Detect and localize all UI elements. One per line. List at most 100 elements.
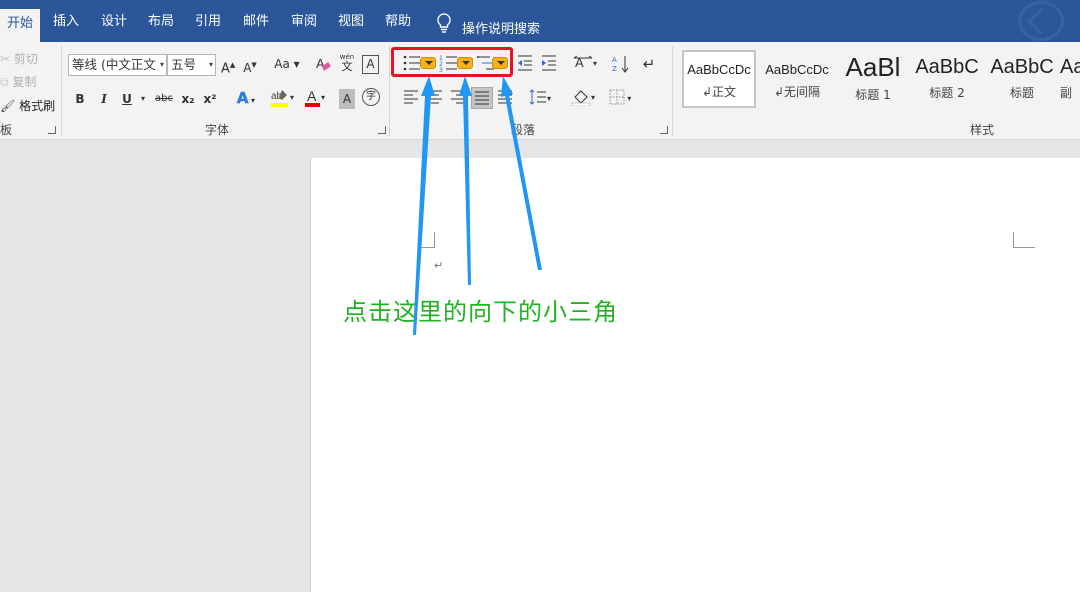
font-dialog-launcher[interactable] (378, 126, 386, 134)
font-size-combo[interactable]: 五号 ▾ (167, 54, 216, 76)
tab-design[interactable]: 设计 (101, 12, 127, 32)
crop-mark-top-right (1013, 232, 1035, 248)
multilevel-list-button[interactable] (476, 53, 512, 73)
document-page[interactable]: ↵ (310, 158, 1080, 592)
styles-group-label: 样式 (969, 123, 994, 137)
cut-label: 剪切 (13, 52, 38, 66)
format-painter-button[interactable]: 🖌 格式刷 (0, 97, 55, 114)
tab-mailings[interactable]: 邮件 (243, 12, 269, 32)
tab-layout[interactable]: 布局 (148, 12, 174, 32)
style-heading-1[interactable]: AaBl 标题 1 (836, 50, 910, 108)
subscript-button[interactable]: x₂ (180, 89, 196, 109)
tab-review[interactable]: 审阅 (291, 12, 317, 32)
paragraph-dialog-launcher[interactable] (660, 126, 668, 134)
cut-button[interactable]: ✂ 剪切 (0, 50, 38, 67)
style-sample: Aa (1060, 56, 1080, 78)
superscript-button[interactable]: x² (202, 89, 218, 109)
group-divider (672, 46, 673, 136)
numbering-dropdown-arrow[interactable] (457, 57, 473, 69)
font-color-button[interactable]: A ▾ (302, 88, 328, 108)
svg-text:A: A (307, 88, 317, 104)
character-border-button[interactable]: A (362, 55, 379, 74)
bullets-icon (403, 55, 420, 71)
enclose-characters-button[interactable]: 字 (362, 88, 380, 106)
character-shading-button[interactable]: A (339, 89, 355, 109)
style-name: ↲正文 (701, 85, 737, 99)
clipboard-group-label: 板 (0, 123, 13, 137)
tab-home[interactable]: 开始 (0, 9, 40, 42)
tab-references[interactable]: 引用 (195, 12, 221, 32)
align-right-icon[interactable] (450, 89, 466, 109)
underline-button[interactable]: U (120, 89, 134, 109)
group-divider (61, 46, 62, 136)
tell-me-search[interactable]: 操作说明搜索 (436, 13, 540, 37)
sort-icon[interactable]: AZ (612, 54, 630, 74)
style-sample: AaBbC (915, 56, 979, 78)
group-divider (389, 46, 390, 136)
svg-text:A: A (575, 55, 584, 70)
copy-label: 复制 (12, 75, 37, 89)
font-family-value: 等线 (中文正文 (72, 57, 156, 72)
tell-me-label: 操作说明搜索 (462, 22, 541, 37)
numbering-icon: 123 (439, 55, 457, 74)
paintbrush-icon: 🖌 (0, 99, 16, 113)
highlight-color-button[interactable]: ab ▾ (267, 88, 297, 108)
paragraph-group-label: 段落 (510, 123, 535, 137)
numbering-button[interactable]: 123 (439, 53, 475, 74)
style-subtitle[interactable]: Aa 副 (1060, 50, 1080, 108)
style-name: 副 (1060, 86, 1073, 100)
account-icon[interactable] (1018, 1, 1064, 41)
chevron-down-icon[interactable]: ▾ (139, 89, 147, 109)
line-spacing-button[interactable]: ▾ (525, 89, 555, 109)
clipboard-dialog-launcher[interactable] (48, 126, 56, 134)
grow-font-button[interactable]: A▲ (221, 55, 235, 76)
copy-icon: ⧉ (0, 75, 9, 89)
style-sample: AaBbC (990, 56, 1054, 78)
text-effects-icon: A (236, 89, 249, 108)
instruction-caption: 点击这里的向下的小三角 (343, 298, 618, 326)
tab-help[interactable]: 帮助 (385, 12, 411, 32)
borders-button[interactable]: ▾ (604, 89, 636, 109)
shrink-font-button[interactable]: A▼ (243, 55, 257, 75)
phonetic-guide-button[interactable]: wén 文 (338, 53, 356, 73)
multilevel-list-dropdown-arrow[interactable] (492, 57, 508, 69)
style-normal[interactable]: AaBbCcDc ↲正文 (682, 50, 756, 108)
change-case-button[interactable]: Aa ▾ (272, 54, 302, 74)
ribbon: ✂ 剪切 ⧉ 复制 🖌 格式刷 板 等线 (中文正文 ▾ 五号 ▾ A▲ A▼ … (0, 42, 1080, 140)
clear-formatting-icon[interactable]: A (314, 54, 332, 74)
font-group-label: 字体 (204, 123, 229, 137)
scissors-icon: ✂ (0, 52, 11, 66)
chevron-down-icon: ▾ (208, 60, 213, 69)
font-size-value: 五号 (171, 57, 197, 72)
format-painter-label: 格式刷 (19, 99, 56, 113)
increase-indent-icon[interactable] (540, 54, 558, 74)
tab-view[interactable]: 视图 (338, 12, 364, 32)
shading-button[interactable]: ▾ (567, 88, 599, 108)
ribbon-tab-bar: 开始 插入 设计 布局 引用 邮件 审阅 视图 帮助 操作说明搜索 (0, 0, 1080, 42)
bullets-button[interactable] (402, 53, 438, 73)
bullets-dropdown-arrow[interactable] (420, 57, 436, 69)
strikethrough-button[interactable]: abc (154, 89, 174, 109)
align-left-icon[interactable] (403, 89, 419, 109)
style-name: 标题 2 (929, 86, 965, 100)
tab-insert[interactable]: 插入 (53, 12, 79, 32)
svg-text:3: 3 (439, 67, 443, 73)
style-heading-2[interactable]: AaBbC 标题 2 (910, 50, 984, 108)
align-center-icon[interactable] (427, 89, 443, 109)
style-title[interactable]: AaBbC 标题 (985, 50, 1059, 108)
style-no-spacing[interactable]: AaBbCcDc ↲无间隔 (760, 50, 834, 108)
show-hide-marks-button[interactable]: ↵ (640, 54, 658, 74)
text-effects-button[interactable]: A ▾ (233, 88, 259, 108)
distributed-align-icon[interactable] (497, 89, 513, 109)
lightbulb-icon (436, 13, 456, 38)
bold-button[interactable]: B (73, 89, 87, 109)
font-family-combo[interactable]: 等线 (中文正文 ▾ (68, 54, 167, 76)
chevron-down-icon: ▾ (159, 60, 164, 69)
copy-button[interactable]: ⧉ 复制 (0, 73, 36, 90)
italic-button[interactable]: I (97, 89, 111, 109)
decrease-indent-icon[interactable] (516, 54, 534, 74)
justify-icon[interactable] (471, 87, 493, 109)
svg-text:Z: Z (612, 65, 617, 73)
chinese-layout-button[interactable]: A ▾ (570, 54, 600, 74)
style-name: ↲无间隔 (773, 85, 821, 99)
